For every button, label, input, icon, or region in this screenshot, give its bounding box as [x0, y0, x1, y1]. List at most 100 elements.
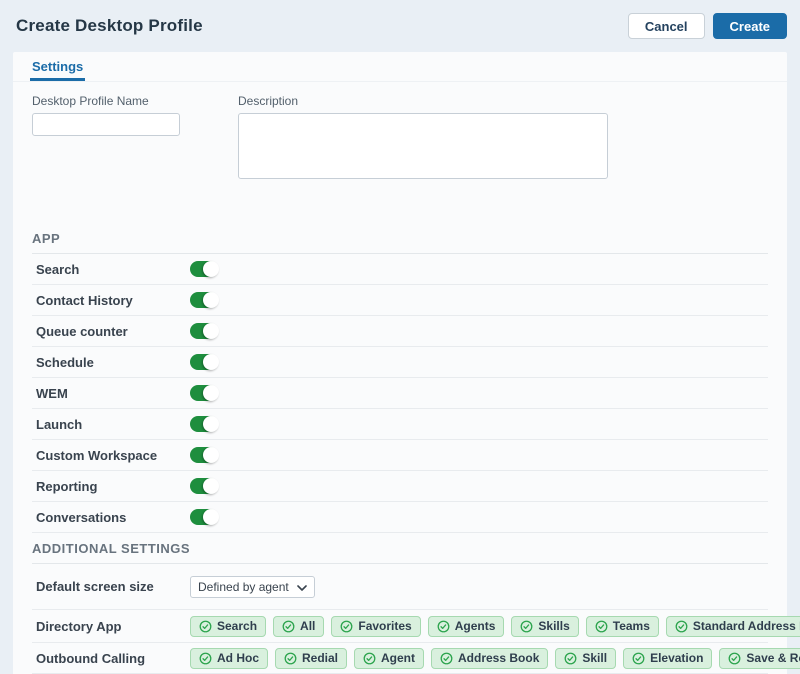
chip-label: Agent: [381, 651, 415, 665]
directory-app-chip[interactable]: All: [273, 616, 324, 637]
chip-label: Skills: [538, 619, 569, 633]
check-circle-icon: [564, 652, 577, 665]
tab-settings[interactable]: Settings: [30, 52, 85, 81]
check-circle-icon: [632, 652, 645, 665]
additional-settings-title: ADDITIONAL SETTINGS: [32, 533, 768, 564]
chip-label: All: [300, 619, 315, 633]
outbound-calling-chips: Ad Hoc Redial Agent Address Book: [190, 648, 800, 669]
toggle-knob: [203, 447, 219, 463]
directory-app-chip[interactable]: Search: [190, 616, 266, 637]
outbound-calling-chip[interactable]: Ad Hoc: [190, 648, 268, 669]
app-toggle-label: WEM: [36, 386, 190, 401]
cancel-button[interactable]: Cancel: [628, 13, 705, 39]
check-circle-icon: [728, 652, 741, 665]
check-circle-icon: [363, 652, 376, 665]
check-circle-icon: [675, 620, 688, 633]
app-toggle-label: Reporting: [36, 479, 190, 494]
app-toggle-row: Reporting: [32, 471, 768, 502]
check-circle-icon: [440, 652, 453, 665]
check-circle-icon: [520, 620, 533, 633]
chip-label: Redial: [302, 651, 338, 665]
chip-label: Save & Redial: [746, 651, 800, 665]
outbound-calling-label: Outbound Calling: [36, 651, 190, 666]
chip-label: Elevation: [650, 651, 703, 665]
directory-app-row: Directory App Search All Favo: [32, 610, 768, 643]
directory-app-label: Directory App: [36, 619, 190, 634]
toggle-switch-on[interactable]: [190, 323, 218, 339]
page-title: Create Desktop Profile: [16, 16, 203, 36]
app-toggle-row: Custom Workspace: [32, 440, 768, 471]
settings-card: Settings Desktop Profile Name Descriptio…: [13, 52, 787, 674]
settings-content: Desktop Profile Name Description APP Sea…: [13, 94, 787, 674]
directory-app-chip[interactable]: Skills: [511, 616, 578, 637]
app-toggle-row: WEM: [32, 378, 768, 409]
check-circle-icon: [340, 620, 353, 633]
profile-name-label: Desktop Profile Name: [32, 94, 180, 108]
directory-app-chip[interactable]: Teams: [586, 616, 659, 637]
outbound-calling-row: Outbound Calling Ad Hoc Redial: [32, 643, 768, 674]
chip-label: Ad Hoc: [217, 651, 259, 665]
select-value: Defined by agent: [198, 580, 289, 594]
toggle-knob: [203, 509, 219, 525]
app-toggle-label: Queue counter: [36, 324, 190, 339]
outbound-calling-chip[interactable]: Elevation: [623, 648, 712, 669]
chip-label: Search: [217, 619, 257, 633]
chip-label: Standard Address Book: [693, 619, 800, 633]
toggle-switch-on[interactable]: [190, 261, 218, 277]
toggle-switch-on[interactable]: [190, 509, 218, 525]
outbound-calling-chip[interactable]: Redial: [275, 648, 347, 669]
app-toggle-label: Launch: [36, 417, 190, 432]
toggle-knob: [203, 261, 219, 277]
chip-label: Skill: [582, 651, 607, 665]
tab-bar: Settings: [13, 52, 787, 82]
page-header: Create Desktop Profile Cancel Create: [0, 0, 800, 52]
description-field: Description: [238, 94, 608, 184]
default-screen-size-select[interactable]: Defined by agent: [190, 576, 315, 598]
outbound-calling-chip[interactable]: Address Book: [431, 648, 548, 669]
description-textarea[interactable]: [238, 113, 608, 179]
app-toggle-row: Search: [32, 254, 768, 285]
description-label: Description: [238, 94, 608, 108]
app-toggle-row: Schedule: [32, 347, 768, 378]
app-toggle-label: Contact History: [36, 293, 190, 308]
create-button[interactable]: Create: [713, 13, 787, 39]
outbound-calling-chip[interactable]: Save & Redial: [719, 648, 800, 669]
header-actions: Cancel Create: [628, 13, 787, 39]
toggle-knob: [203, 292, 219, 308]
check-circle-icon: [282, 620, 295, 633]
toggle-switch-on[interactable]: [190, 416, 218, 432]
toggle-switch-on[interactable]: [190, 385, 218, 401]
chip-label: Favorites: [358, 619, 411, 633]
toggle-switch-on[interactable]: [190, 478, 218, 494]
directory-app-chips: Search All Favorites Agents: [190, 616, 800, 637]
app-toggle-label: Search: [36, 262, 190, 277]
check-circle-icon: [199, 652, 212, 665]
chip-label: Teams: [613, 619, 650, 633]
toggle-knob: [203, 323, 219, 339]
app-toggle-label: Schedule: [36, 355, 190, 370]
default-screen-size-row: Default screen size Defined by agent: [32, 564, 768, 610]
toggle-switch-on[interactable]: [190, 292, 218, 308]
outbound-calling-chip[interactable]: Skill: [555, 648, 616, 669]
check-circle-icon: [595, 620, 608, 633]
check-circle-icon: [199, 620, 212, 633]
check-circle-icon: [437, 620, 450, 633]
chip-label: Address Book: [458, 651, 539, 665]
default-screen-size-label: Default screen size: [36, 579, 190, 594]
profile-name-input[interactable]: [32, 113, 180, 136]
toggle-knob: [203, 416, 219, 432]
app-toggle-row: Queue counter: [32, 316, 768, 347]
toggle-knob: [203, 478, 219, 494]
directory-app-chip[interactable]: Agents: [428, 616, 505, 637]
directory-app-chip[interactable]: Standard Address Book: [666, 616, 800, 637]
toggle-switch-on[interactable]: [190, 447, 218, 463]
toggle-switch-on[interactable]: [190, 354, 218, 370]
profile-name-field: Desktop Profile Name: [32, 94, 180, 184]
app-toggle-row: Conversations: [32, 502, 768, 533]
outbound-calling-chip[interactable]: Agent: [354, 648, 424, 669]
toggle-knob: [203, 385, 219, 401]
directory-app-chip[interactable]: Favorites: [331, 616, 420, 637]
app-toggle-list: Search Contact History Queue counter Sch…: [32, 254, 768, 533]
check-circle-icon: [284, 652, 297, 665]
app-toggle-row: Launch: [32, 409, 768, 440]
